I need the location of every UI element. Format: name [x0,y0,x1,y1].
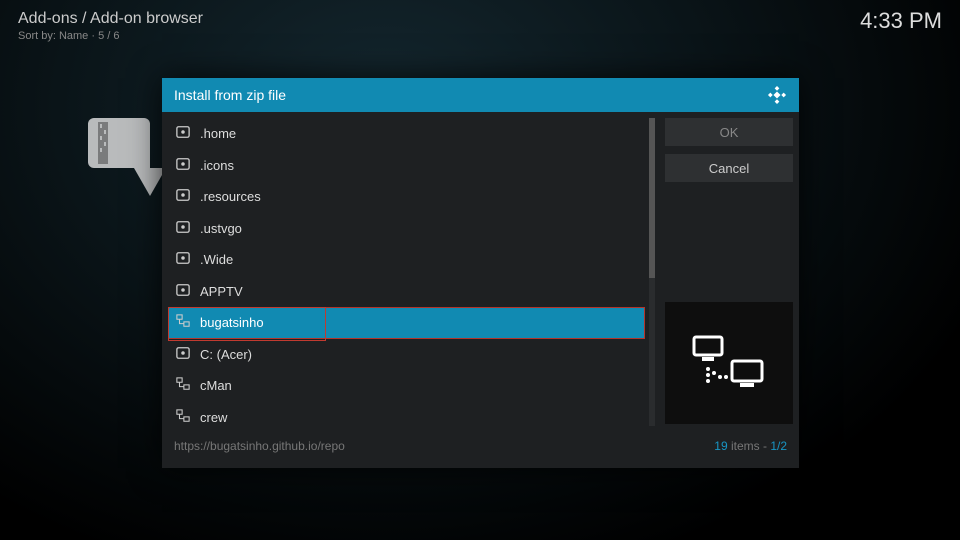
dialog-header: Install from zip file [162,78,799,112]
disk-drive-icon [176,283,190,300]
item-count: 19 items - 1/2 [714,439,787,453]
disk-drive-icon [176,346,190,363]
disk-drive-icon [176,220,190,237]
list-item[interactable]: APPTV [168,276,645,308]
scrollbar[interactable] [649,118,655,426]
scrollbar-thumb[interactable] [649,118,655,278]
network-share-icon [692,335,766,391]
list-item[interactable]: .Wide [168,244,645,276]
list-item-label: .icons [200,158,234,173]
network-drive-icon [176,314,190,331]
count-number: 19 [714,439,727,453]
kodi-logo-icon [767,85,787,105]
list-item-label: .Wide [200,252,233,267]
clock: 4:33 PM [860,8,942,34]
list-item-label: .ustvgo [200,221,242,236]
list-item-label: C: (Acer) [200,347,252,362]
list-item[interactable]: .icons [168,150,645,182]
page-indicator: 1/2 [770,439,787,453]
screen: Add-ons / Add-on browser Sort by: Name ·… [0,0,960,540]
network-drive-icon [176,377,190,394]
list-item[interactable]: cMan [168,370,645,402]
dialog-footer: https://bugatsinho.github.io/repo 19 ite… [162,432,799,460]
list-item[interactable]: .resources [168,181,645,213]
dialog-sidebar: OK Cancel [665,118,793,426]
list-item[interactable]: bugatsinho [168,307,645,339]
breadcrumb: Add-ons / Add-on browser [18,10,203,28]
current-path: https://bugatsinho.github.io/repo [174,439,345,453]
list-item[interactable]: crew [168,402,645,427]
dialog-body: .home .icons .resources .ustvgo .Wide APPTV bu… [162,112,799,432]
list-item[interactable]: C: (Acer) [168,339,645,371]
disk-drive-icon [176,157,190,174]
sort-by-label: Sort by: Name · 5 / 6 [18,30,119,42]
disk-drive-icon [176,251,190,268]
install-zip-dialog: Install from zip file .home .icons .resour… [162,78,799,468]
source-preview [665,302,793,424]
list-item-label: .home [200,126,236,141]
list-item-label: bugatsinho [200,315,264,330]
cancel-button[interactable]: Cancel [665,154,793,182]
file-list: .home .icons .resources .ustvgo .Wide APPTV bu… [168,118,655,426]
network-drive-icon [176,409,190,426]
list-item[interactable]: .ustvgo [168,213,645,245]
disk-drive-icon [176,125,190,142]
dialog-title: Install from zip file [174,87,286,103]
list-item-label: .resources [200,189,261,204]
list-item-label: crew [200,410,227,425]
disk-drive-icon [176,188,190,205]
zip-install-icon [88,118,166,218]
list-item-label: cMan [200,378,232,393]
count-label: items - [728,439,771,453]
list-item-label: APPTV [200,284,243,299]
ok-button[interactable]: OK [665,118,793,146]
list-item[interactable]: .home [168,118,645,150]
